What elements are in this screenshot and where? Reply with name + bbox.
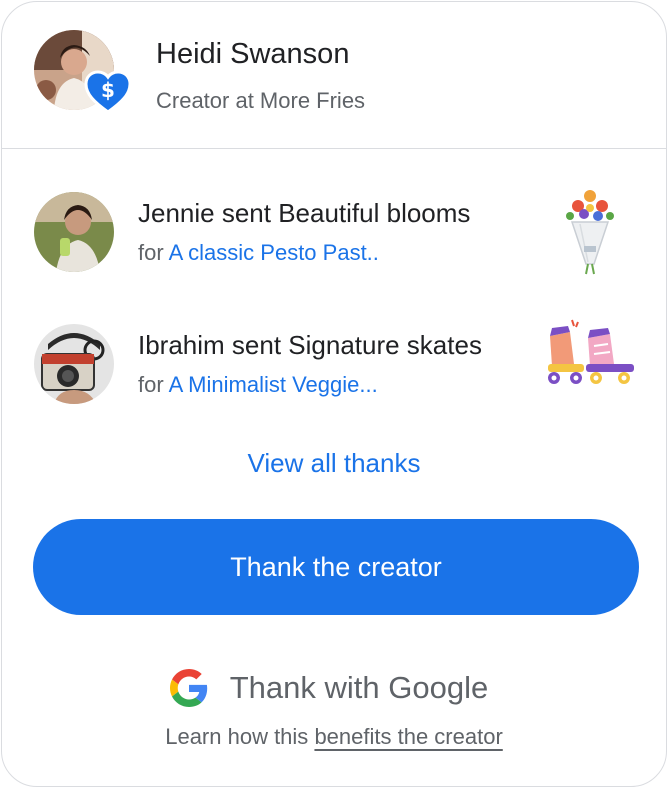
creator-header: $ Heidi Swanson Creator at More Fries — [2, 2, 666, 149]
google-g-icon — [169, 669, 207, 707]
thanks-title: Ibrahim sent Signature skates — [138, 330, 482, 360]
thanks-subtitle: for A Minimalist Veggie... — [138, 372, 378, 398]
thanks-title: Jennie sent Beautiful blooms — [138, 198, 471, 228]
roller-skates-icon — [548, 319, 634, 384]
brand-text: Thank with Google — [229, 670, 489, 705]
learn-more-row: Learn how this benefits the creator — [2, 724, 666, 750]
brand-row: Thank with Google — [2, 664, 666, 712]
thank-creator-card: $ Heidi Swanson Creator at More Fries Je… — [1, 1, 667, 787]
creator-name: Heidi Swanson — [156, 38, 350, 70]
benefits-link[interactable]: benefits the creator — [314, 724, 502, 749]
for-label: for — [138, 240, 164, 265]
post-link[interactable]: A classic Pesto Past.. — [169, 240, 379, 265]
dollar-heart-icon: $ — [84, 70, 132, 114]
flower-bouquet-icon — [566, 190, 614, 275]
avatar — [34, 324, 114, 404]
avatar — [34, 192, 114, 272]
list-item[interactable]: Ibrahim sent Signature skates for A Mini… — [2, 319, 666, 416]
svg-text:$: $ — [101, 78, 115, 102]
creator-role: Creator at More Fries — [156, 88, 366, 113]
list-item[interactable]: Jennie sent Beautiful blooms for A class… — [2, 190, 666, 284]
thank-creator-button[interactable]: Thank the creator — [33, 519, 639, 615]
post-link[interactable]: A Minimalist Veggie... — [169, 372, 378, 397]
thanks-subtitle: for A classic Pesto Past.. — [138, 240, 379, 266]
for-label: for — [138, 372, 164, 397]
learn-prefix: Learn how this — [165, 724, 309, 749]
view-all-thanks-link[interactable]: View all thanks — [2, 448, 666, 479]
